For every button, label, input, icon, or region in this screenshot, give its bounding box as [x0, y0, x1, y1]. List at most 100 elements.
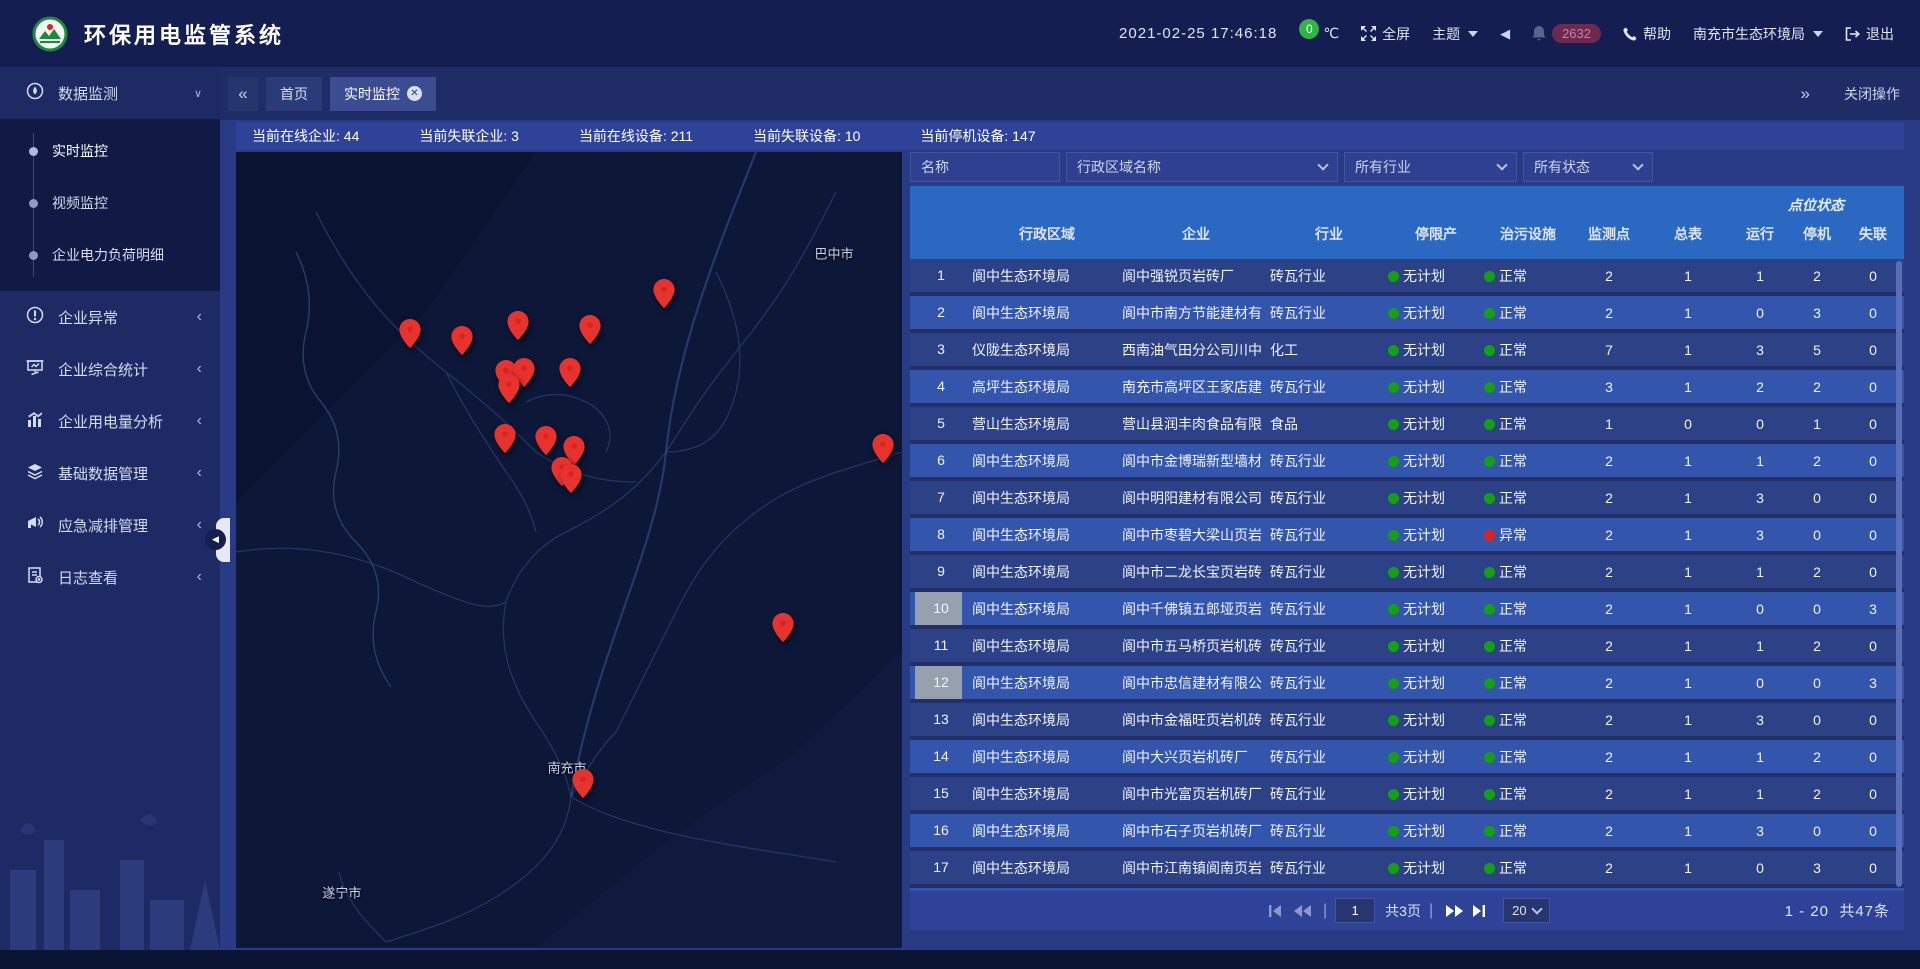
- table-row[interactable]: 5营山生态环境局营山县润丰肉食品有限食品无计划正常10010: [910, 407, 1904, 440]
- table-row[interactable]: 6阆中生态环境局阆中市金博瑞新型墙材砖瓦行业无计划正常21120: [910, 444, 1904, 477]
- first-page-button[interactable]: [1263, 900, 1289, 922]
- theme-button[interactable]: 主题: [1432, 24, 1478, 44]
- table-row[interactable]: 10阆中生态环境局阆中千佛镇五郎垭页岩砖瓦行业无计划正常21003: [910, 592, 1904, 625]
- table-row[interactable]: 17阆中生态环境局阆中市江南镇阆南页岩砖瓦行业无计划正常21030: [910, 851, 1904, 884]
- map-pane[interactable]: 巴中市南充市遂宁市: [236, 152, 902, 948]
- row-facility-status-label: 正常: [1499, 712, 1527, 728]
- row-stop-plan-status-label: 无计划: [1403, 601, 1445, 617]
- row-stopped: 2: [1790, 786, 1844, 802]
- table-header-index: [910, 186, 972, 259]
- right-panel: 行政区域名称 所有行业 所有状态 行政区域企业行业停限产治污设施监测点总表运行停…: [910, 152, 1904, 948]
- close-icon[interactable]: ✕: [407, 86, 422, 101]
- logout-button[interactable]: 退出: [1845, 24, 1894, 44]
- sidebar-item-1[interactable]: 数据监测∨: [0, 67, 220, 119]
- table-row[interactable]: 3仪陇生态环境局西南油气田分公司川中化工无计划正常71350: [910, 333, 1904, 366]
- tab-实时监控[interactable]: 实时监控✕: [330, 77, 436, 111]
- table-row[interactable]: 4高坪生态环境局南充市高坪区王家店建砖瓦行业无计划正常31220: [910, 370, 1904, 403]
- mute-button[interactable]: ◀: [1500, 26, 1510, 42]
- table-row[interactable]: 18南部生态环境局南部县砖华水泥有限公建材行业无计划正常60060: [910, 888, 1904, 891]
- page-number-input[interactable]: [1335, 898, 1375, 923]
- map-pin-5[interactable]: [653, 279, 675, 309]
- app-logo: [32, 16, 68, 52]
- map-pin-2[interactable]: [451, 326, 473, 356]
- row-region: 高坪生态环境局: [972, 377, 1122, 397]
- status-dot-icon: [1388, 641, 1399, 652]
- tabs-scroll-right-button[interactable]: »: [1801, 84, 1810, 104]
- row-monitor-points: 2: [1572, 675, 1646, 691]
- row-region: 阆中生态环境局: [972, 747, 1122, 767]
- row-total-meters: 1: [1646, 305, 1730, 321]
- sidebar-subitem-企业电力负荷明细[interactable]: 企业电力负荷明细: [0, 229, 220, 281]
- map-pin-8[interactable]: [559, 358, 581, 388]
- industry-filter-select[interactable]: 所有行业: [1344, 152, 1517, 182]
- sidebar-item-6[interactable]: 应急减排管理‹: [0, 499, 220, 551]
- table-row[interactable]: 13阆中生态环境局阆中市金福旺页岩机砖砖瓦行业无计划正常21300: [910, 703, 1904, 736]
- row-industry: 砖瓦行业: [1270, 636, 1388, 656]
- map-pin-16[interactable]: [772, 613, 794, 643]
- row-running: 0: [1730, 601, 1790, 617]
- region-filter-select[interactable]: 行政区域名称: [1066, 152, 1338, 182]
- map-pin-11[interactable]: [535, 426, 557, 456]
- sidebar-subitem-视频监控[interactable]: 视频监控: [0, 177, 220, 229]
- page-size-select[interactable]: 20: [1503, 898, 1549, 923]
- prev-page-button[interactable]: [1289, 900, 1315, 922]
- table-row[interactable]: 16阆中生态环境局阆中市石子页岩机砖厂砖瓦行业无计划正常21300: [910, 814, 1904, 847]
- tab-bar: « 首页实时监控✕ » 关闭操作: [220, 67, 1920, 120]
- row-lost: 0: [1844, 342, 1902, 358]
- table-scrollbar[interactable]: [1896, 261, 1902, 887]
- sidebar-collapse-handle[interactable]: ◀: [216, 518, 230, 562]
- row-facility-status-label: 正常: [1499, 638, 1527, 654]
- row-total-meters: 1: [1646, 453, 1730, 469]
- row-facility-status-label: 正常: [1499, 860, 1527, 876]
- status-dot-icon: [1484, 382, 1495, 393]
- table-row[interactable]: 14阆中生态环境局阆中大兴页岩机砖厂砖瓦行业无计划正常21120: [910, 740, 1904, 773]
- sidebar-item-5[interactable]: 基础数据管理‹: [0, 447, 220, 499]
- page-title: 环保用电监管系统: [84, 18, 284, 50]
- next-page-button[interactable]: [1441, 900, 1467, 922]
- row-running: 3: [1730, 342, 1790, 358]
- map-pin-10[interactable]: [494, 424, 516, 454]
- row-index-value: 11: [934, 637, 949, 653]
- last-page-button[interactable]: [1467, 900, 1493, 922]
- table-row[interactable]: 11阆中生态环境局阆中市五马桥页岩机砖砖瓦行业无计划正常21120: [910, 629, 1904, 662]
- row-stop-plan-status-label: 无计划: [1403, 342, 1445, 358]
- table-row[interactable]: 9阆中生态环境局阆中市二龙长宝页岩砖砖瓦行业无计划正常21120: [910, 555, 1904, 588]
- map-pin-9[interactable]: [498, 374, 520, 404]
- sidebar-item-3[interactable]: 企业综合统计‹: [0, 343, 220, 395]
- row-stop-plan-status: 无计划: [1388, 414, 1484, 434]
- sidebar-item-2[interactable]: 企业异常‹: [0, 291, 220, 343]
- table-row[interactable]: 1阆中生态环境局阆中强锐页岩砖厂砖瓦行业无计划正常21120: [910, 259, 1904, 292]
- map-pin-3[interactable]: [507, 311, 529, 341]
- sidebar-item-7[interactable]: 日志查看‹: [0, 551, 220, 603]
- close-operations-button[interactable]: 关闭操作: [1844, 84, 1900, 104]
- status-dot-icon: [1484, 641, 1495, 652]
- org-dropdown[interactable]: 南充市生态环境局: [1693, 24, 1823, 44]
- status-filter-select[interactable]: 所有状态: [1523, 152, 1653, 182]
- pagination-summary: 1 - 20 共47条: [1785, 900, 1890, 921]
- notification-button[interactable]: 2632: [1532, 24, 1601, 43]
- row-index-value: 8: [937, 526, 945, 542]
- sidebar-subitem-实时监控[interactable]: 实时监控: [0, 125, 220, 177]
- table-row[interactable]: 12阆中生态环境局阆中市忠信建材有限公砖瓦行业无计划正常21003: [910, 666, 1904, 699]
- fullscreen-button[interactable]: 全屏: [1361, 24, 1410, 44]
- map-pin-17[interactable]: [572, 769, 594, 799]
- table-row[interactable]: 7阆中生态环境局阆中明阳建材有限公司砖瓦行业无计划正常21300: [910, 481, 1904, 514]
- row-total-meters: 1: [1646, 268, 1730, 284]
- name-filter-input[interactable]: [921, 159, 1049, 175]
- table-row[interactable]: 15阆中生态环境局阆中市光富页岩机砖厂砖瓦行业无计划正常21120: [910, 777, 1904, 810]
- sidebar-item-4[interactable]: 企业用电量分析‹: [0, 395, 220, 447]
- tab-首页[interactable]: 首页: [266, 77, 322, 111]
- help-button[interactable]: 帮助: [1623, 24, 1671, 44]
- tabs-scroll-left-button[interactable]: «: [228, 77, 258, 111]
- map-pin-14[interactable]: [560, 464, 582, 494]
- row-region: 阆中生态环境局: [972, 636, 1122, 656]
- submenu-dot: [29, 251, 38, 260]
- table-row[interactable]: 2阆中生态环境局阆中市南方节能建材有砖瓦行业无计划正常21030: [910, 296, 1904, 329]
- row-facility-status: 正常: [1484, 821, 1572, 841]
- map-pin-1[interactable]: [399, 319, 421, 349]
- map-pin-4[interactable]: [579, 315, 601, 345]
- row-running: 1: [1730, 564, 1790, 580]
- row-stopped: 2: [1790, 453, 1844, 469]
- table-row[interactable]: 8阆中生态环境局阆中市枣碧大梁山页岩砖瓦行业无计划异常21300: [910, 518, 1904, 551]
- map-pin-15[interactable]: [872, 434, 894, 464]
